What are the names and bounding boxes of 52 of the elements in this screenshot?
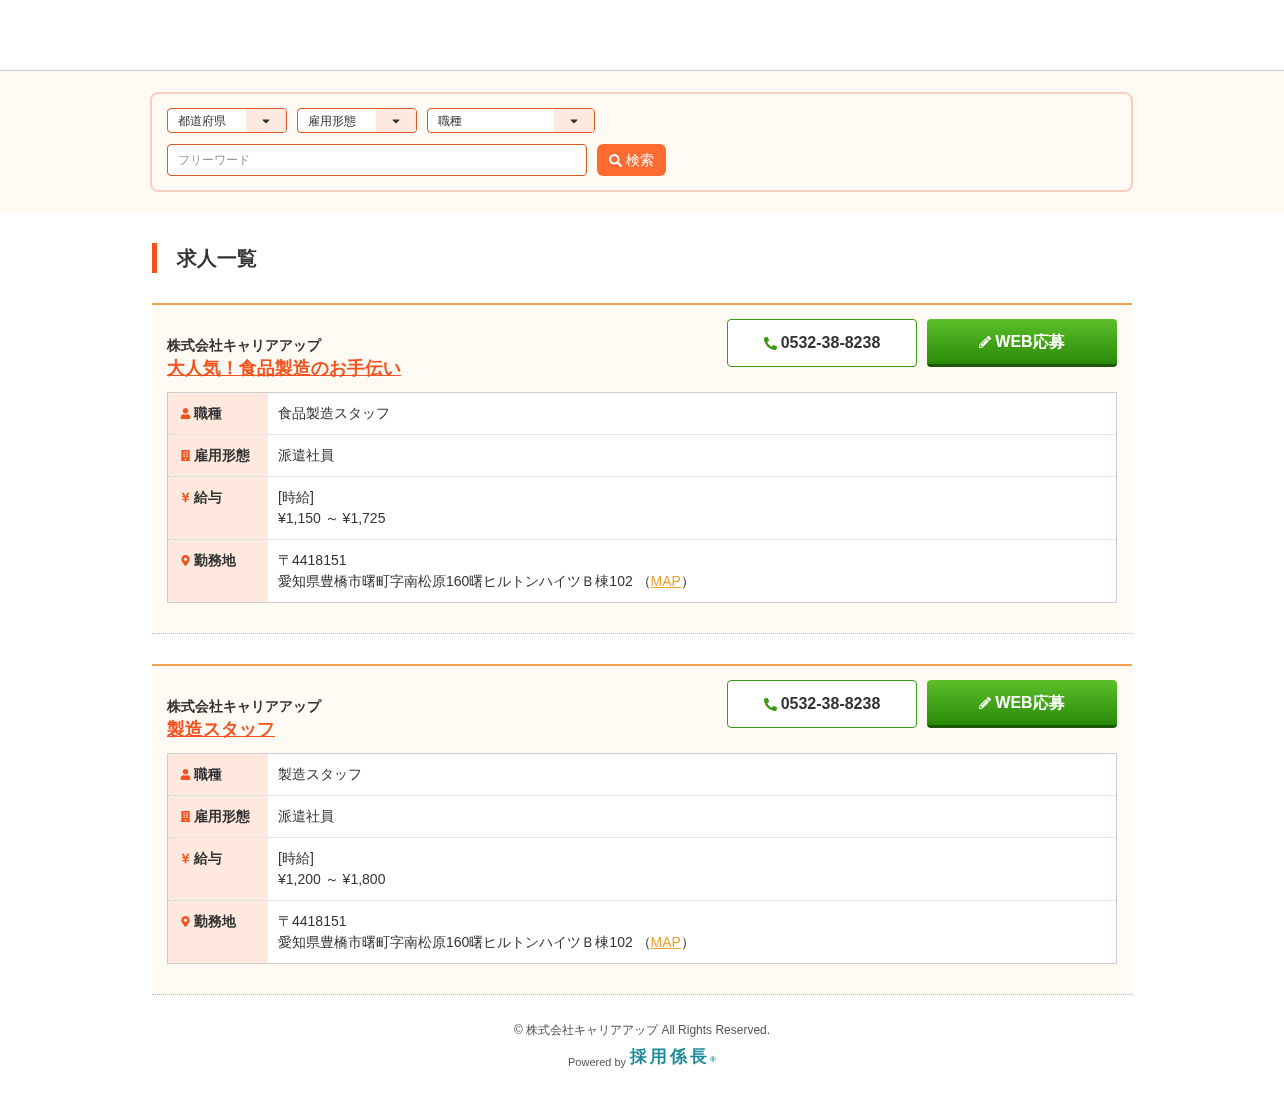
company-name: 株式会社キャリアアップ [167, 697, 321, 716]
select-dropdown[interactable]: 都道府県 [167, 108, 287, 133]
address-text: 愛知県豊橋市曙町字南松原160曙ヒルトンハイツＢ棟102 （MAP） [278, 933, 696, 952]
map-pin-icon [180, 555, 191, 566]
phone-icon [763, 697, 777, 711]
building-icon [180, 450, 191, 461]
company-name: 株式会社キャリアアップ [167, 336, 323, 355]
row-value: 製造スタッフ [278, 765, 363, 784]
job-title-link[interactable]: 製造スタッフ [167, 719, 275, 739]
map-link[interactable]: MAP [650, 934, 681, 950]
select-dropdown[interactable]: 職種 [427, 108, 595, 133]
row-label-text: 給与 [194, 488, 222, 507]
copyright-text: © 株式会社キャリアアップ All Rights Reserved. [513, 1022, 771, 1039]
phone-icon [763, 336, 777, 350]
search-icon [609, 153, 622, 167]
brand-logo[interactable]: 採用係長® [630, 1047, 716, 1070]
search-button[interactable]: 検索 [597, 144, 666, 176]
row-value: 派遣社員 [278, 807, 335, 826]
row-value: 〒4418151 [278, 551, 348, 570]
powered-by-text: Powered by [568, 1054, 627, 1070]
section-heading: 求人一覧 [152, 243, 1132, 273]
row-value: 食品製造スタッフ [278, 404, 391, 423]
row-value: ¥1,150 ～ ¥1,725 [278, 509, 387, 528]
row-label-text: 職種 [194, 404, 222, 423]
row-label-text: 勤務地 [194, 551, 236, 570]
pencil-icon [979, 335, 992, 348]
row-label-text: 勤務地 [194, 912, 236, 931]
row-value: [時給] [278, 849, 315, 868]
keyword-input[interactable]: フリーワード [167, 144, 587, 176]
phone-button[interactable]: 0532-38-8238 [727, 680, 917, 728]
row-label-text: 給与 [194, 849, 222, 868]
phone-button[interactable]: 0532-38-8238 [727, 319, 917, 367]
job-title-link[interactable]: 大人気！食品製造のお手伝い [167, 358, 401, 378]
person-icon [180, 408, 191, 419]
yen-icon [180, 492, 191, 503]
row-value: [時給] [278, 488, 315, 507]
row-label-text: 雇用形態 [194, 807, 250, 826]
row-value: ¥1,200 ～ ¥1,800 [278, 870, 387, 889]
row-value: 派遣社員 [278, 446, 335, 465]
select-dropdown[interactable]: 雇用形態 [297, 108, 417, 133]
map-pin-icon [180, 916, 191, 927]
row-value: 〒4418151 [278, 912, 348, 931]
address-text: 愛知県豊橋市曙町字南松原160曙ヒルトンハイツＢ棟102 （MAP） [278, 572, 696, 591]
person-icon [180, 769, 191, 780]
web-apply-button[interactable]: WEB応募 [927, 319, 1117, 367]
yen-icon [180, 853, 191, 864]
row-label-text: 職種 [194, 765, 222, 784]
row-label-text: 雇用形態 [194, 446, 250, 465]
map-link[interactable]: MAP [650, 573, 681, 589]
building-icon [180, 811, 191, 822]
pencil-icon [979, 696, 992, 709]
web-apply-button[interactable]: WEB応募 [927, 680, 1117, 728]
